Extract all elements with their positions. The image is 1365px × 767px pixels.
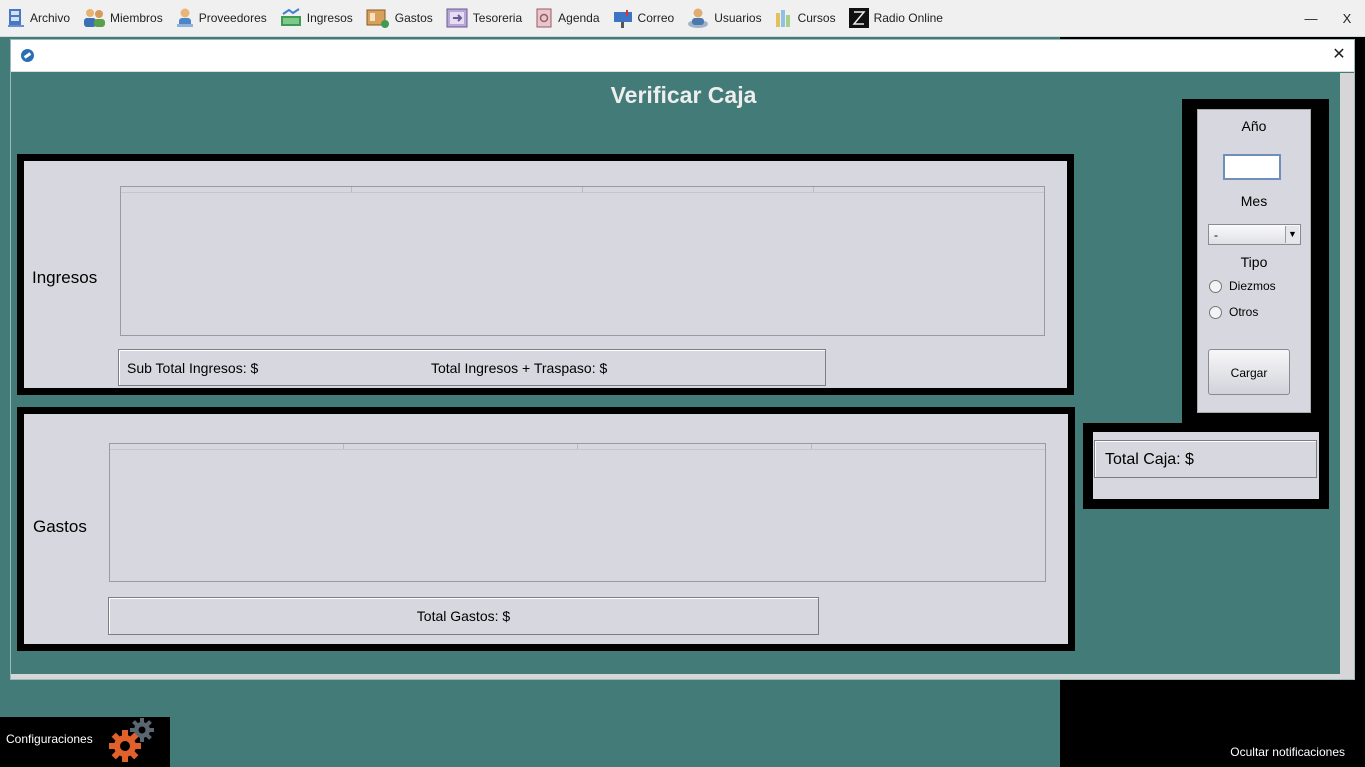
- window-scrollbar[interactable]: [1340, 73, 1354, 679]
- ingresos-panel-inner: Ingresos Sub Total Ingresos: $ Total Ing…: [24, 161, 1067, 388]
- menu-ingresos-label: Ingresos: [306, 11, 353, 25]
- filter-panel-inner: Año Mes - ▼ Tipo Diezmos Otros Cargar: [1197, 109, 1311, 413]
- radio-diezmos-circle[interactable]: [1209, 279, 1222, 293]
- total-caja-box: Total Caja: $: [1094, 440, 1317, 478]
- month-select[interactable]: - ▼: [1208, 224, 1301, 245]
- courses-icon: [774, 7, 794, 29]
- menu-miembros[interactable]: Miembros: [76, 0, 169, 37]
- ingresos-summary: Sub Total Ingresos: $ Total Ingresos + T…: [118, 349, 826, 386]
- gastos-panel: Gastos Total Gastos: $: [17, 407, 1075, 651]
- menu-radio-online[interactable]: Radio Online: [842, 0, 949, 37]
- month-label: Mes: [1240, 193, 1268, 209]
- menu-gastos-label: Gastos: [394, 11, 433, 25]
- radio-diezmos-label: Diezmos: [1229, 279, 1276, 293]
- menu-agenda[interactable]: Agenda: [528, 0, 605, 37]
- menu-tesoreria[interactable]: Tesoreria: [439, 0, 528, 37]
- radio-otros[interactable]: Otros: [1209, 305, 1258, 319]
- verificar-caja-window: ✕ Verificar Caja Ingresos Sub Total Ingr…: [10, 39, 1355, 680]
- total-gastos: Total Gastos: $: [416, 608, 511, 624]
- load-button[interactable]: Cargar: [1208, 349, 1290, 395]
- menu-radio-online-label: Radio Online: [873, 11, 943, 25]
- config-label: Configuraciones: [6, 732, 93, 746]
- menu-correo-label: Correo: [637, 11, 675, 25]
- members-icon: [82, 7, 106, 29]
- menu-agenda-label: Agenda: [558, 11, 600, 25]
- page-title: Verificar Caja: [610, 82, 757, 108]
- total-caja-panel-inner: Total Caja: $: [1093, 432, 1319, 499]
- expenses-icon: [365, 7, 391, 29]
- menu-proveedores[interactable]: Proveedores: [169, 0, 273, 37]
- money-in-icon: [279, 7, 303, 29]
- radio-diezmos[interactable]: Diezmos: [1209, 279, 1276, 293]
- radio-icon: [848, 7, 870, 29]
- gastos-table[interactable]: [109, 443, 1046, 582]
- menu-usuarios[interactable]: Usuarios: [680, 0, 767, 37]
- window-bottom-edge: [11, 674, 1354, 679]
- menu-tesoreria-label: Tesoreria: [472, 11, 523, 25]
- type-label: Tipo: [1240, 254, 1268, 270]
- radio-otros-circle[interactable]: [1209, 305, 1222, 319]
- ingresos-panel: Ingresos Sub Total Ingresos: $ Total Ing…: [17, 154, 1074, 395]
- radio-otros-label: Otros: [1229, 305, 1259, 319]
- month-select-value: -: [1214, 228, 1218, 242]
- menu-usuarios-label: Usuarios: [714, 11, 762, 25]
- agenda-icon: [534, 7, 554, 29]
- menu-archivo[interactable]: Archivo: [0, 0, 76, 37]
- year-input[interactable]: [1223, 154, 1281, 180]
- chevron-down-icon: ▼: [1285, 226, 1299, 243]
- gastos-summary: Total Gastos: $: [108, 597, 819, 635]
- menu-bar: Archivo Miembros Proveedores Ingresos Ga…: [0, 0, 1365, 37]
- menu-miembros-label: Miembros: [110, 11, 163, 25]
- treasury-icon: [445, 7, 469, 29]
- total-ingresos-traspaso: Total Ingresos + Traspaso: $: [431, 360, 608, 376]
- window-titlebar: ✕: [11, 40, 1354, 72]
- gastos-label: Gastos: [33, 517, 87, 536]
- config-panel[interactable]: Configuraciones: [0, 717, 170, 767]
- menu-correo[interactable]: Correo: [606, 0, 681, 37]
- users-icon: [686, 7, 710, 29]
- filter-panel: Año Mes - ▼ Tipo Diezmos Otros Cargar: [1182, 99, 1329, 423]
- total-caja: Total Caja: $: [1105, 451, 1194, 468]
- gastos-panel-inner: Gastos Total Gastos: $: [24, 414, 1068, 644]
- menu-gastos[interactable]: Gastos: [359, 0, 439, 37]
- app-logo-icon: [21, 49, 34, 62]
- minimize-button[interactable]: —: [1293, 11, 1329, 26]
- settings-gear-icon: [109, 730, 141, 762]
- mail-icon: [612, 7, 634, 29]
- subtotal-ingresos: Sub Total Ingresos: $: [127, 360, 259, 376]
- menu-cursos[interactable]: Cursos: [768, 0, 842, 37]
- ingresos-table[interactable]: [120, 186, 1045, 336]
- menu-ingresos[interactable]: Ingresos: [273, 0, 359, 37]
- menu-archivo-label: Archivo: [30, 11, 71, 25]
- window-controls: — X: [1293, 0, 1365, 37]
- provider-icon: [175, 7, 195, 29]
- ingresos-label: Ingresos: [32, 268, 98, 287]
- ingresos-table-header: [121, 187, 1044, 193]
- gastos-table-header: [110, 444, 1045, 450]
- close-app-button[interactable]: X: [1329, 11, 1365, 26]
- year-label: Año: [1241, 118, 1267, 134]
- menu-cursos-label: Cursos: [797, 11, 836, 25]
- total-caja-panel: Total Caja: $: [1083, 423, 1329, 509]
- hide-notifications-link[interactable]: Ocultar notificaciones: [1230, 745, 1345, 759]
- file-cabinet-icon: [6, 7, 26, 29]
- menu-proveedores-label: Proveedores: [198, 11, 267, 25]
- window-close-button[interactable]: ✕: [1330, 46, 1348, 64]
